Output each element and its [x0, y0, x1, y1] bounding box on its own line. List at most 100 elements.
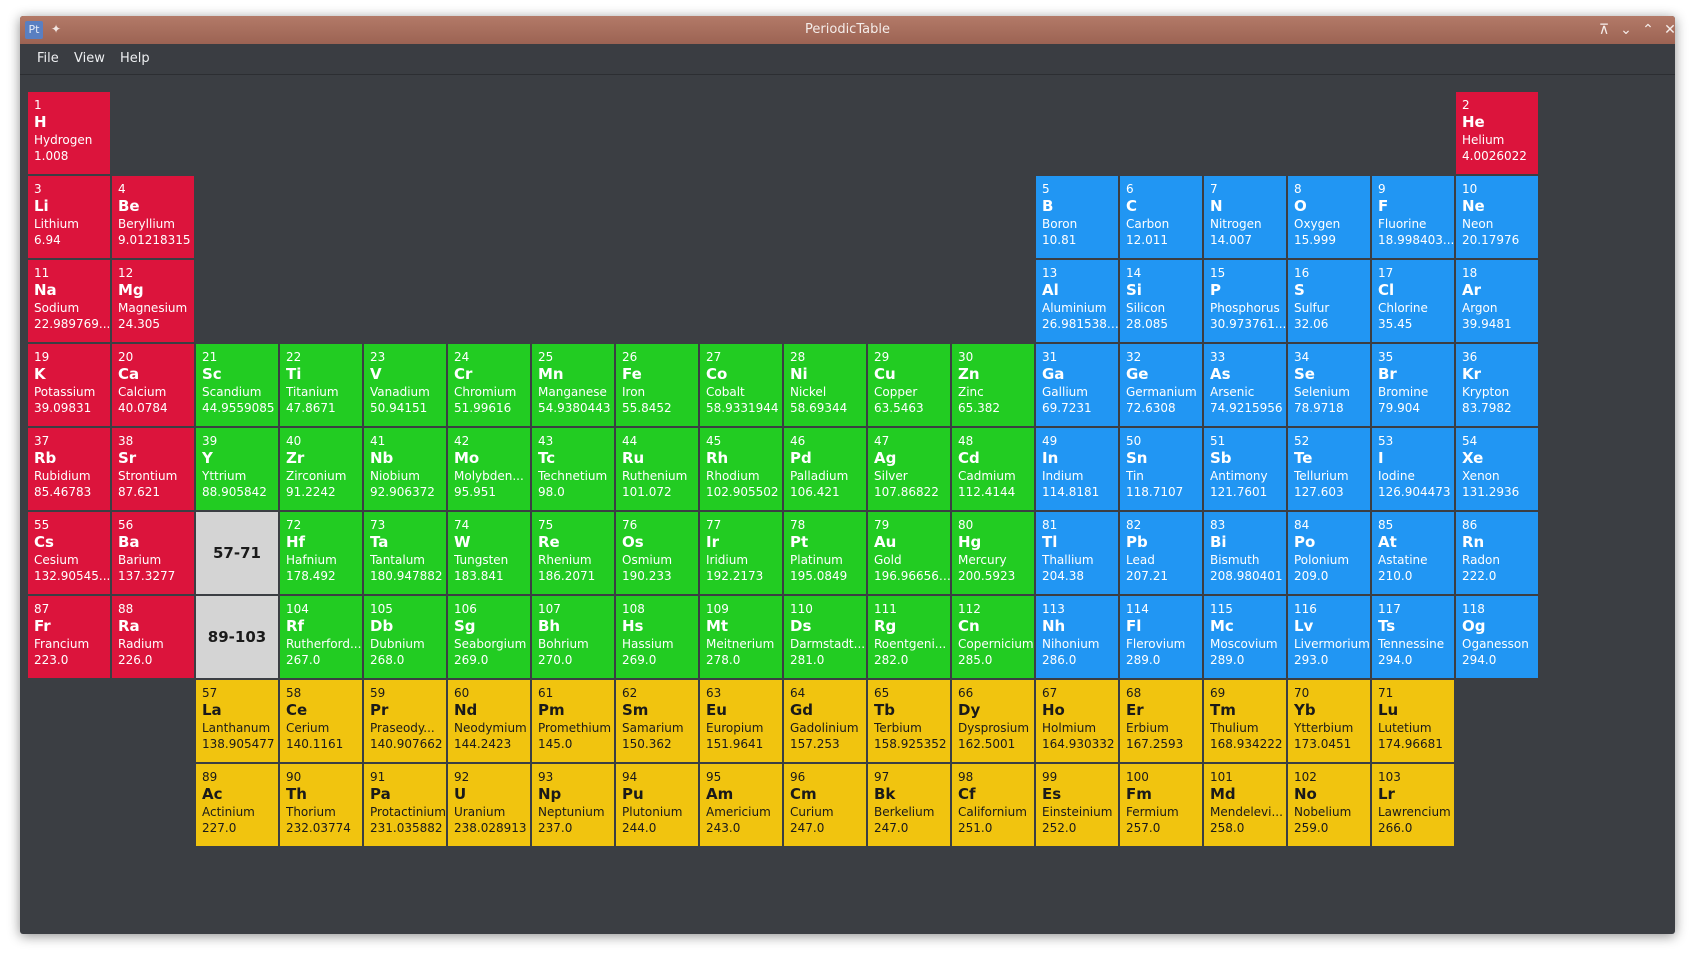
element-cell-ds[interactable]: 110 Ds Darmstadt... 281.0	[784, 596, 866, 678]
element-cell-er[interactable]: 68 Er Erbium 167.2593	[1120, 680, 1202, 762]
element-cell-sn[interactable]: 50 Sn Tin 118.7107	[1120, 428, 1202, 510]
element-cell-md[interactable]: 101 Md Mendelevi... 258.0	[1204, 764, 1286, 846]
title-bar[interactable]: Pt ✦ PeriodicTable ⊼ ⌄ ⌃ ✕	[20, 16, 1675, 44]
element-cell-ho[interactable]: 67 Ho Holmium 164.930332	[1036, 680, 1118, 762]
element-cell-mc[interactable]: 115 Mc Moscovium 289.0	[1204, 596, 1286, 678]
element-cell-ti[interactable]: 22 Ti Titanium 47.8671	[280, 344, 362, 426]
element-cell-xe[interactable]: 54 Xe Xenon 131.2936	[1456, 428, 1538, 510]
element-cell-sc[interactable]: 21 Sc Scandium 44.9559085	[196, 344, 278, 426]
element-cell-tb[interactable]: 65 Tb Terbium 158.925352	[868, 680, 950, 762]
element-cell-cs[interactable]: 55 Cs Cesium 132.90545...	[28, 512, 110, 594]
close-icon[interactable]: ✕	[1660, 20, 1675, 40]
element-cell-mt[interactable]: 109 Mt Meitnerium 278.0	[700, 596, 782, 678]
series-placeholder[interactable]: 57-71	[196, 512, 278, 594]
element-cell-pm[interactable]: 61 Pm Promethium 145.0	[532, 680, 614, 762]
element-cell-be[interactable]: 4 Be Beryllium 9.01218315	[112, 176, 194, 258]
element-cell-tc[interactable]: 43 Tc Technetium 98.0	[532, 428, 614, 510]
element-cell-o[interactable]: 8 O Oxygen 15.999	[1288, 176, 1370, 258]
element-cell-bh[interactable]: 107 Bh Bohrium 270.0	[532, 596, 614, 678]
element-cell-fr[interactable]: 87 Fr Francium 223.0	[28, 596, 110, 678]
element-cell-b[interactable]: 5 B Boron 10.81	[1036, 176, 1118, 258]
element-cell-i[interactable]: 53 I Iodine 126.904473	[1372, 428, 1454, 510]
element-cell-rb[interactable]: 37 Rb Rubidium 85.46783	[28, 428, 110, 510]
element-cell-kr[interactable]: 36 Kr Krypton 83.7982	[1456, 344, 1538, 426]
keep-above-icon[interactable]: ⊼	[1594, 20, 1614, 40]
element-cell-re[interactable]: 75 Re Rhenium 186.2071	[532, 512, 614, 594]
element-cell-v[interactable]: 23 V Vanadium 50.94151	[364, 344, 446, 426]
element-cell-cf[interactable]: 98 Cf Californium 251.0	[952, 764, 1034, 846]
element-cell-si[interactable]: 14 Si Silicon 28.085	[1120, 260, 1202, 342]
element-cell-ca[interactable]: 20 Ca Calcium 40.0784	[112, 344, 194, 426]
element-cell-tm[interactable]: 69 Tm Thulium 168.934222	[1204, 680, 1286, 762]
element-cell-f[interactable]: 9 F Fluorine 18.998403...	[1372, 176, 1454, 258]
element-cell-cd[interactable]: 48 Cd Cadmium 112.4144	[952, 428, 1034, 510]
element-cell-y[interactable]: 39 Y Yttrium 88.905842	[196, 428, 278, 510]
element-cell-pt[interactable]: 78 Pt Platinum 195.0849	[784, 512, 866, 594]
element-cell-sr[interactable]: 38 Sr Strontium 87.621	[112, 428, 194, 510]
element-cell-ne[interactable]: 10 Ne Neon 20.17976	[1456, 176, 1538, 258]
element-cell-th[interactable]: 90 Th Thorium 232.03774	[280, 764, 362, 846]
element-cell-sm[interactable]: 62 Sm Samarium 150.362	[616, 680, 698, 762]
element-cell-rg[interactable]: 111 Rg Roentgeni... 282.0	[868, 596, 950, 678]
element-cell-la[interactable]: 57 La Lanthanum 138.905477	[196, 680, 278, 762]
element-cell-no[interactable]: 102 No Nobelium 259.0	[1288, 764, 1370, 846]
element-cell-hs[interactable]: 108 Hs Hassium 269.0	[616, 596, 698, 678]
element-cell-pb[interactable]: 82 Pb Lead 207.21	[1120, 512, 1202, 594]
element-cell-au[interactable]: 79 Au Gold 196.9665695	[868, 512, 950, 594]
element-cell-k[interactable]: 19 K Potassium 39.09831	[28, 344, 110, 426]
element-cell-hf[interactable]: 72 Hf Hafnium 178.492	[280, 512, 362, 594]
element-cell-ag[interactable]: 47 Ag Silver 107.86822	[868, 428, 950, 510]
element-cell-c[interactable]: 6 C Carbon 12.011	[1120, 176, 1202, 258]
element-cell-n[interactable]: 7 N Nitrogen 14.007	[1204, 176, 1286, 258]
element-cell-ar[interactable]: 18 Ar Argon 39.9481	[1456, 260, 1538, 342]
minimize-icon[interactable]: ⌄	[1616, 20, 1636, 40]
menu-view[interactable]: View	[74, 49, 105, 69]
element-cell-br[interactable]: 35 Br Bromine 79.904	[1372, 344, 1454, 426]
element-cell-fl[interactable]: 114 Fl Flerovium 289.0	[1120, 596, 1202, 678]
element-cell-ce[interactable]: 58 Ce Cerium 140.1161	[280, 680, 362, 762]
element-cell-w[interactable]: 74 W Tungsten 183.841	[448, 512, 530, 594]
element-cell-pa[interactable]: 91 Pa Protactinium 231.035882	[364, 764, 446, 846]
element-cell-nb[interactable]: 41 Nb Niobium 92.906372	[364, 428, 446, 510]
element-cell-pd[interactable]: 46 Pd Palladium 106.421	[784, 428, 866, 510]
element-cell-og[interactable]: 118 Og Oganesson 294.0	[1456, 596, 1538, 678]
element-cell-nh[interactable]: 113 Nh Nihonium 286.0	[1036, 596, 1118, 678]
element-cell-cr[interactable]: 24 Cr Chromium 51.99616	[448, 344, 530, 426]
element-cell-cm[interactable]: 96 Cm Curium 247.0	[784, 764, 866, 846]
element-cell-mo[interactable]: 42 Mo Molybden... 95.951	[448, 428, 530, 510]
series-placeholder[interactable]: 89-103	[196, 596, 278, 678]
element-cell-po[interactable]: 84 Po Polonium 209.0	[1288, 512, 1370, 594]
element-cell-es[interactable]: 99 Es Einsteinium 252.0	[1036, 764, 1118, 846]
menu-help[interactable]: Help	[120, 49, 150, 69]
element-cell-ba[interactable]: 56 Ba Barium 137.3277	[112, 512, 194, 594]
element-cell-ga[interactable]: 31 Ga Gallium 69.7231	[1036, 344, 1118, 426]
element-cell-tl[interactable]: 81 Tl Thallium 204.38	[1036, 512, 1118, 594]
element-cell-nd[interactable]: 60 Nd Neodymium 144.2423	[448, 680, 530, 762]
element-cell-bi[interactable]: 83 Bi Bismuth 208.980401	[1204, 512, 1286, 594]
element-cell-bk[interactable]: 97 Bk Berkelium 247.0	[868, 764, 950, 846]
element-cell-zn[interactable]: 30 Zn Zinc 65.382	[952, 344, 1034, 426]
element-cell-se[interactable]: 34 Se Selenium 78.9718	[1288, 344, 1370, 426]
element-cell-ts[interactable]: 117 Ts Tennessine 294.0	[1372, 596, 1454, 678]
element-cell-li[interactable]: 3 Li Lithium 6.94	[28, 176, 110, 258]
element-cell-lr[interactable]: 103 Lr Lawrencium 266.0	[1372, 764, 1454, 846]
element-cell-co[interactable]: 27 Co Cobalt 58.9331944	[700, 344, 782, 426]
element-cell-al[interactable]: 13 Al Aluminium 26.98153857	[1036, 260, 1118, 342]
maximize-icon[interactable]: ⌃	[1638, 20, 1658, 40]
element-cell-hg[interactable]: 80 Hg Mercury 200.5923	[952, 512, 1034, 594]
element-cell-pr[interactable]: 59 Pr Praseody... 140.907662	[364, 680, 446, 762]
element-cell-ra[interactable]: 88 Ra Radium 226.0	[112, 596, 194, 678]
element-cell-eu[interactable]: 63 Eu Europium 151.9641	[700, 680, 782, 762]
element-cell-fe[interactable]: 26 Fe Iron 55.8452	[616, 344, 698, 426]
element-cell-rn[interactable]: 86 Rn Radon 222.0	[1456, 512, 1538, 594]
element-cell-gd[interactable]: 64 Gd Gadolinium 157.253	[784, 680, 866, 762]
element-cell-at[interactable]: 85 At Astatine 210.0	[1372, 512, 1454, 594]
element-cell-mn[interactable]: 25 Mn Manganese 54.9380443	[532, 344, 614, 426]
element-cell-na[interactable]: 11 Na Sodium 22.989769...	[28, 260, 110, 342]
element-cell-h[interactable]: 1 H Hydrogen 1.008	[28, 92, 110, 174]
element-cell-sg[interactable]: 106 Sg Seaborgium 269.0	[448, 596, 530, 678]
element-cell-zr[interactable]: 40 Zr Zirconium 91.2242	[280, 428, 362, 510]
element-cell-fm[interactable]: 100 Fm Fermium 257.0	[1120, 764, 1202, 846]
element-cell-yb[interactable]: 70 Yb Ytterbium 173.0451	[1288, 680, 1370, 762]
element-cell-s[interactable]: 16 S Sulfur 32.06	[1288, 260, 1370, 342]
